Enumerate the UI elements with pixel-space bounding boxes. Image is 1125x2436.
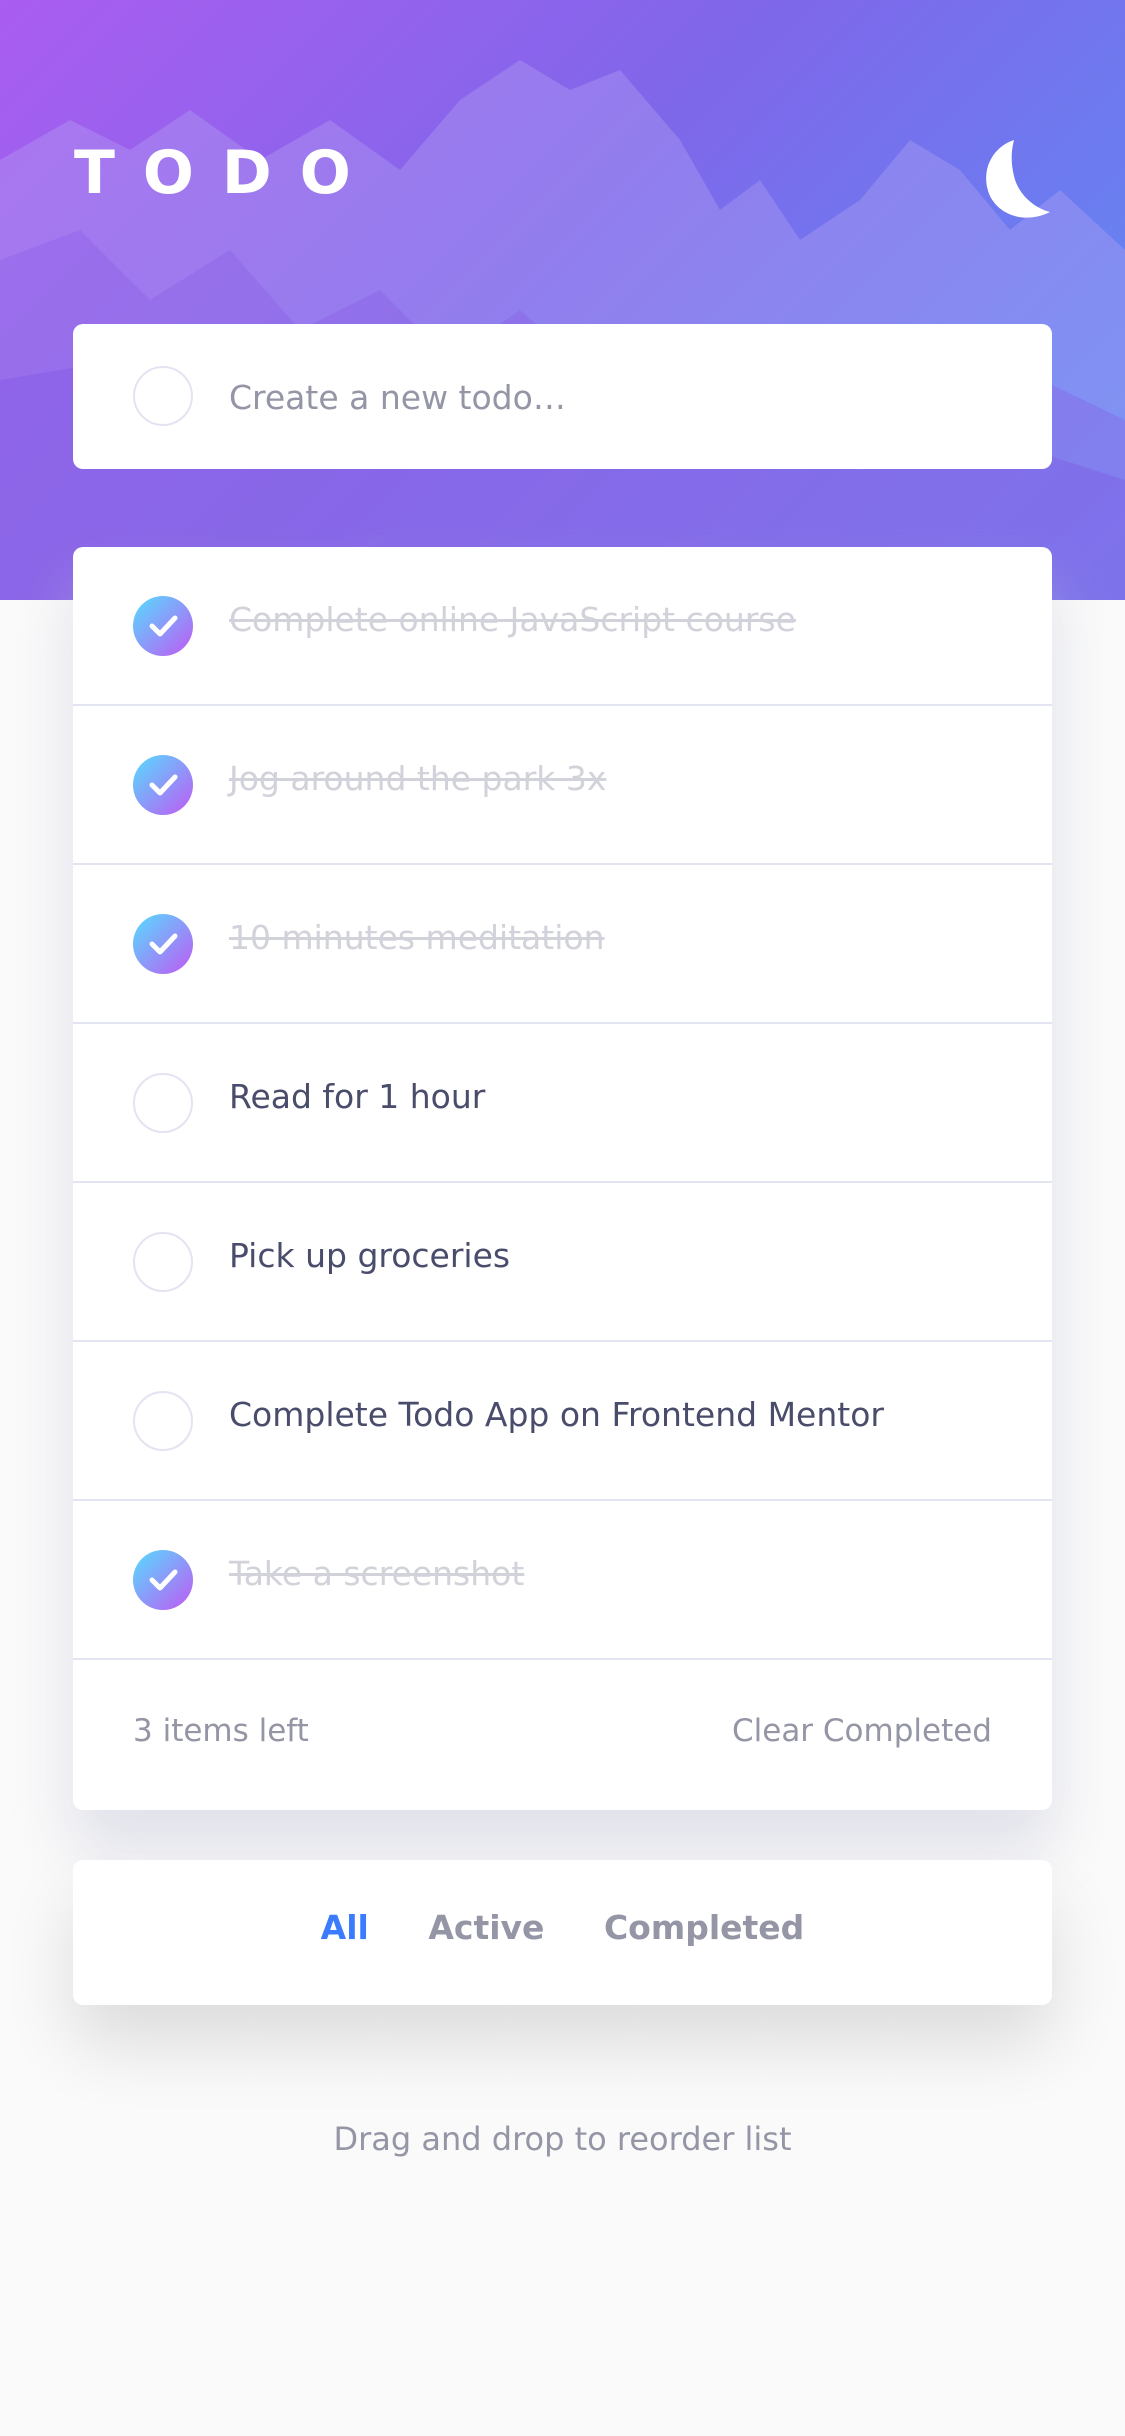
todo-check-circle[interactable]	[133, 1073, 193, 1133]
todo-check-circle[interactable]	[133, 914, 193, 974]
filter-bar: All Active Completed	[73, 1860, 1052, 2005]
todo-text: Complete online JavaScript course	[229, 600, 796, 639]
mountain-background-image	[0, 60, 1125, 600]
todo-text: Complete Todo App on Frontend Mentor	[229, 1395, 884, 1434]
todo-check-circle[interactable]	[133, 1550, 193, 1610]
todo-item[interactable]: 10 minutes meditation	[73, 865, 1052, 1024]
app-title: TODO	[74, 138, 379, 208]
new-todo-check-circle[interactable]	[133, 366, 193, 426]
todo-check-circle[interactable]	[133, 755, 193, 815]
todo-item[interactable]: Jog around the park 3x	[73, 706, 1052, 865]
checkmark-icon	[149, 933, 178, 955]
todo-text: Pick up groceries	[229, 1236, 511, 1275]
todo-text: Jog around the park 3x	[229, 759, 607, 798]
moon-icon[interactable]	[972, 140, 1052, 224]
filter-completed-button[interactable]: Completed	[604, 1908, 804, 1947]
filter-all-button[interactable]: All	[321, 1908, 369, 1947]
todo-check-circle[interactable]	[133, 1391, 193, 1451]
todo-item[interactable]: Complete Todo App on Frontend Mentor	[73, 1342, 1052, 1501]
header-background: TODO	[0, 0, 1125, 600]
checkmark-icon	[149, 1569, 178, 1591]
todo-check-circle[interactable]	[133, 596, 193, 656]
todo-text: Read for 1 hour	[229, 1077, 486, 1116]
new-todo-card	[73, 324, 1052, 469]
todo-item[interactable]: Complete online JavaScript course	[73, 547, 1052, 706]
todo-text: 10 minutes meditation	[229, 918, 605, 957]
todo-item[interactable]: Take a screenshot	[73, 1501, 1052, 1660]
todo-check-circle[interactable]	[133, 1232, 193, 1292]
todo-list: Complete online JavaScript course Jog ar…	[73, 547, 1052, 1810]
filter-active-button[interactable]: Active	[428, 1908, 544, 1947]
todo-item[interactable]: Read for 1 hour	[73, 1024, 1052, 1183]
items-left-count: 3 items left	[133, 1713, 309, 1749]
todo-item[interactable]: Pick up groceries	[73, 1183, 1052, 1342]
clear-completed-button[interactable]: Clear Completed	[732, 1713, 992, 1749]
checkmark-icon	[149, 615, 178, 637]
list-footer: 3 items left Clear Completed	[73, 1659, 1052, 1810]
drag-drop-hint: Drag and drop to reorder list	[333, 2120, 792, 2158]
todo-text: Take a screenshot	[229, 1554, 525, 1593]
checkmark-icon	[149, 774, 178, 796]
new-todo-input[interactable]	[229, 368, 989, 426]
